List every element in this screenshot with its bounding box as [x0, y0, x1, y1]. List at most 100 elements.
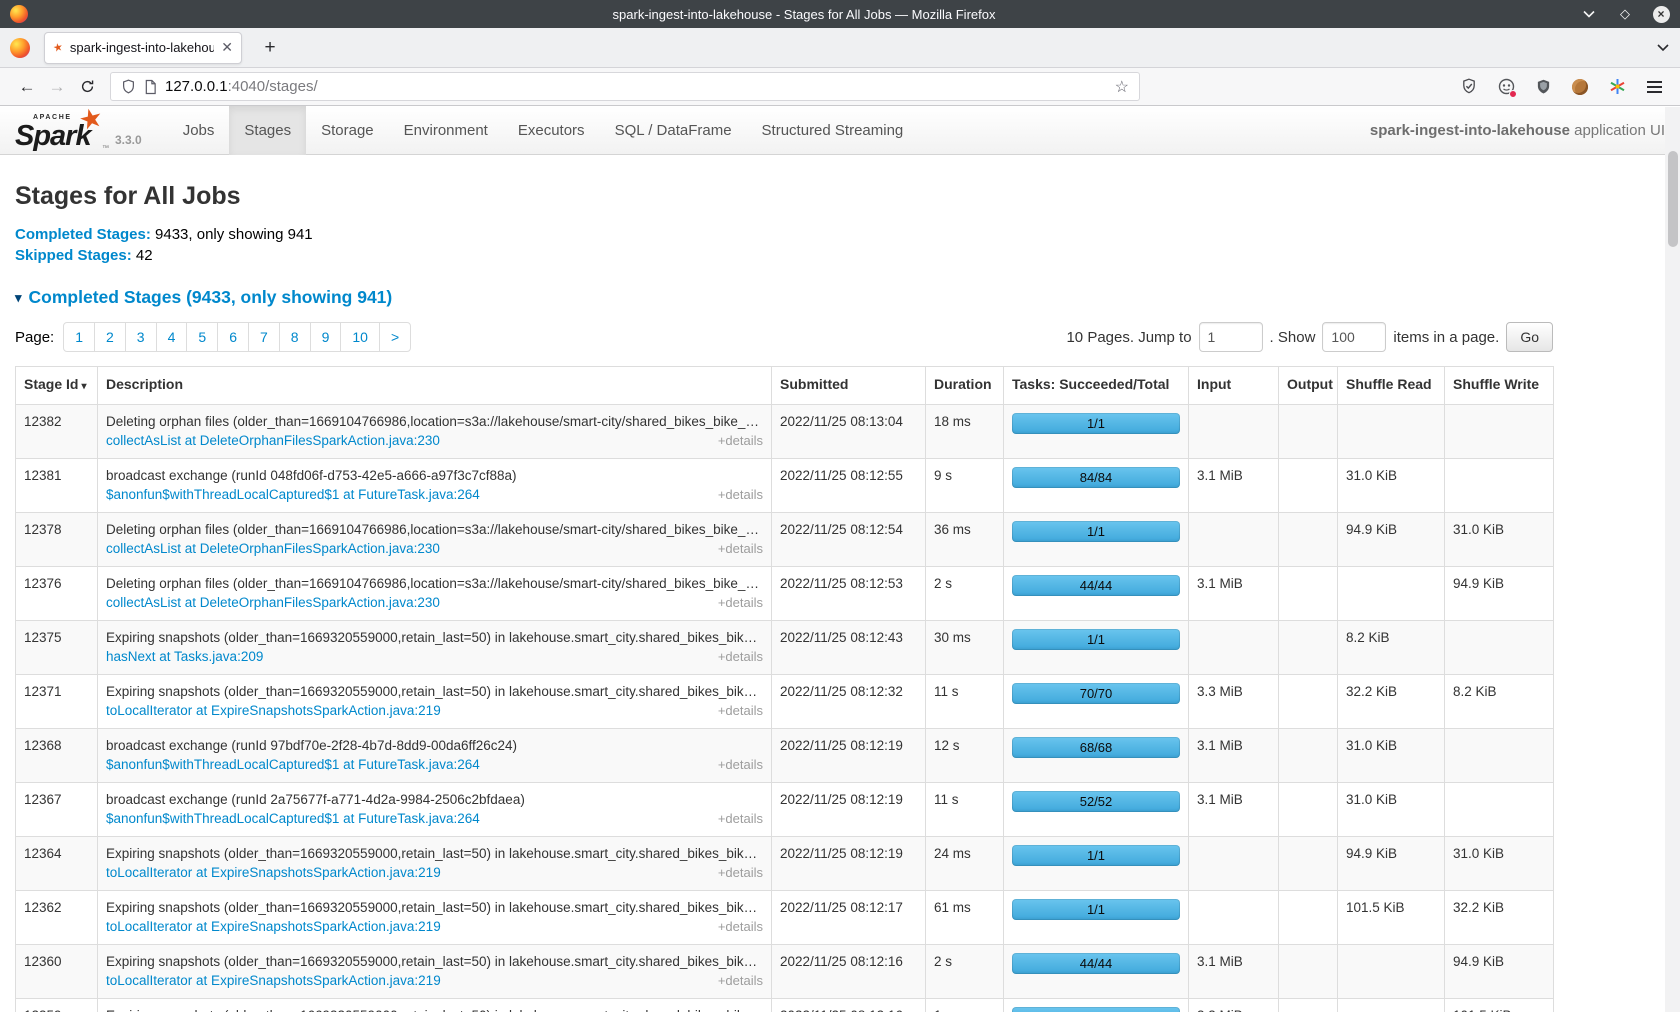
- stage-row: 12362 Expiring snapshots (older_than=166…: [16, 891, 1554, 945]
- output-cell: [1279, 567, 1338, 621]
- details-toggle[interactable]: +details: [718, 864, 763, 882]
- page-button[interactable]: 4: [156, 322, 188, 352]
- stage-callsite-link[interactable]: collectAsList at DeleteOrphanFilesSparkA…: [106, 540, 440, 558]
- minimize-button[interactable]: [1580, 5, 1598, 23]
- spark-logo[interactable]: APACHE Spark ★ ™: [15, 108, 93, 154]
- stage-description: Expiring snapshots (older_than=166932055…: [106, 899, 763, 917]
- page-info-icon[interactable]: [144, 79, 157, 95]
- maximize-button[interactable]: ◇: [1616, 5, 1634, 23]
- scrollbar[interactable]: [1665, 107, 1680, 1012]
- stage-callsite-link[interactable]: toLocalIterator at ExpireSnapshotsSparkA…: [106, 918, 441, 936]
- spark-nav-item[interactable]: SQL / DataFrame: [600, 106, 747, 155]
- page-button[interactable]: 1: [63, 322, 95, 352]
- header-submitted[interactable]: Submitted: [772, 367, 926, 405]
- shield-icon[interactable]: [121, 79, 136, 95]
- url-input[interactable]: 127.0.0.1:4040/stages/: [165, 78, 1107, 95]
- details-toggle[interactable]: +details: [718, 594, 763, 612]
- tasks-cell: 1/1: [1004, 621, 1189, 675]
- spark-nav-item[interactable]: Storage: [306, 106, 389, 155]
- jump-to-page-input[interactable]: [1199, 322, 1263, 352]
- browser-tab-active[interactable]: ★ spark-ingest-into-lakehous ✕: [44, 32, 242, 64]
- input-cell: 3.1 MiB: [1189, 783, 1279, 837]
- extension-sparkle-icon[interactable]: [1607, 77, 1627, 97]
- completed-stages-section-header[interactable]: ▾ Completed Stages (9433, only showing 9…: [15, 287, 1553, 308]
- tasks-cell: 70/70: [1004, 675, 1189, 729]
- details-toggle[interactable]: +details: [718, 486, 763, 504]
- submitted-cell: 2022/11/25 08:12:19: [772, 783, 926, 837]
- stage-callsite-link[interactable]: $anonfun$withThreadLocalCaptured$1 at Fu…: [106, 486, 480, 504]
- page-button[interactable]: 5: [186, 322, 218, 352]
- description-cell: Deleting orphan files (older_than=166910…: [98, 513, 772, 567]
- items-per-page-input[interactable]: [1322, 322, 1386, 352]
- new-tab-button[interactable]: +: [256, 37, 284, 59]
- stage-id-cell: 12364: [16, 837, 98, 891]
- page-button[interactable]: 2: [94, 322, 126, 352]
- go-button[interactable]: Go: [1506, 322, 1553, 352]
- reload-button[interactable]: [72, 79, 102, 94]
- page-button[interactable]: 10: [340, 322, 380, 352]
- stage-callsite-link[interactable]: $anonfun$withThreadLocalCaptured$1 at Fu…: [106, 810, 480, 828]
- page-button[interactable]: 6: [217, 322, 249, 352]
- firefox-icon[interactable]: [10, 38, 30, 58]
- header-stage-id[interactable]: Stage Id▾: [16, 367, 98, 405]
- details-toggle[interactable]: +details: [718, 810, 763, 828]
- header-input[interactable]: Input: [1189, 367, 1279, 405]
- spark-nav-item[interactable]: Environment: [389, 106, 503, 155]
- spark-nav-item[interactable]: Structured Streaming: [747, 106, 919, 155]
- details-toggle[interactable]: +details: [718, 972, 763, 990]
- extension-mask-icon[interactable]: [1496, 77, 1516, 97]
- shuffle-read-cell: [1338, 567, 1445, 621]
- header-shuffle-read[interactable]: Shuffle Read: [1338, 367, 1445, 405]
- page-button[interactable]: 3: [125, 322, 157, 352]
- skipped-stages-summary: Skipped Stages: 42: [15, 246, 1553, 266]
- list-tabs-chevron-icon[interactable]: [1656, 43, 1670, 52]
- tab-close-icon[interactable]: ✕: [221, 39, 233, 56]
- tasks-progress-bar: 1/1: [1012, 413, 1180, 434]
- stage-description: broadcast exchange (runId 048fd06f-d753-…: [106, 467, 763, 485]
- details-toggle[interactable]: +details: [718, 648, 763, 666]
- spark-nav-item[interactable]: Executors: [503, 106, 600, 155]
- close-window-button[interactable]: ×: [1652, 5, 1670, 23]
- url-bar[interactable]: 127.0.0.1:4040/stages/ ☆: [110, 72, 1140, 101]
- stage-id-cell: 12381: [16, 459, 98, 513]
- window-titlebar: spark-ingest-into-lakehouse - Stages for…: [0, 0, 1680, 28]
- header-output[interactable]: Output: [1279, 367, 1338, 405]
- cookie-icon[interactable]: [1570, 77, 1590, 97]
- completed-stages-link[interactable]: Completed Stages:: [15, 226, 151, 243]
- extension-shield-check-icon[interactable]: [1459, 77, 1479, 97]
- details-toggle[interactable]: +details: [718, 918, 763, 936]
- header-duration[interactable]: Duration: [926, 367, 1004, 405]
- back-button[interactable]: ←: [12, 77, 42, 97]
- ublock-shield-icon[interactable]: [1533, 77, 1553, 97]
- bookmark-star-icon[interactable]: ☆: [1115, 77, 1129, 97]
- forward-button[interactable]: →: [42, 77, 72, 97]
- scrollbar-thumb[interactable]: [1668, 151, 1678, 247]
- spark-nav-item[interactable]: Stages: [229, 106, 306, 155]
- stage-callsite-link[interactable]: collectAsList at DeleteOrphanFilesSparkA…: [106, 594, 440, 612]
- details-toggle[interactable]: +details: [718, 432, 763, 450]
- header-description[interactable]: Description: [98, 367, 772, 405]
- menu-icon[interactable]: [1644, 77, 1664, 97]
- spark-nav-item[interactable]: Jobs: [168, 106, 230, 155]
- page-button[interactable]: >: [379, 322, 411, 352]
- page-button[interactable]: 7: [248, 322, 280, 352]
- page-button[interactable]: 8: [279, 322, 311, 352]
- details-toggle[interactable]: +details: [718, 540, 763, 558]
- duration-cell: 18 ms: [926, 405, 1004, 459]
- skipped-stages-link[interactable]: Skipped Stages:: [15, 247, 132, 264]
- stage-callsite-link[interactable]: toLocalIterator at ExpireSnapshotsSparkA…: [106, 864, 441, 882]
- header-tasks[interactable]: Tasks: Succeeded/Total: [1004, 367, 1189, 405]
- stage-callsite-link[interactable]: collectAsList at DeleteOrphanFilesSparkA…: [106, 432, 440, 450]
- shuffle-write-cell: 31.0 KiB: [1445, 837, 1554, 891]
- header-shuffle-write[interactable]: Shuffle Write: [1445, 367, 1554, 405]
- stage-callsite-link[interactable]: hasNext at Tasks.java:209: [106, 648, 263, 666]
- details-toggle[interactable]: +details: [718, 702, 763, 720]
- stage-callsite-link[interactable]: toLocalIterator at ExpireSnapshotsSparkA…: [106, 972, 441, 990]
- stage-callsite-link[interactable]: $anonfun$withThreadLocalCaptured$1 at Fu…: [106, 756, 480, 774]
- details-toggle[interactable]: +details: [718, 756, 763, 774]
- output-cell: [1279, 405, 1338, 459]
- duration-cell: 11 s: [926, 675, 1004, 729]
- spark-favicon-icon: ★: [52, 40, 64, 55]
- page-button[interactable]: 9: [310, 322, 342, 352]
- stage-callsite-link[interactable]: toLocalIterator at ExpireSnapshotsSparkA…: [106, 702, 441, 720]
